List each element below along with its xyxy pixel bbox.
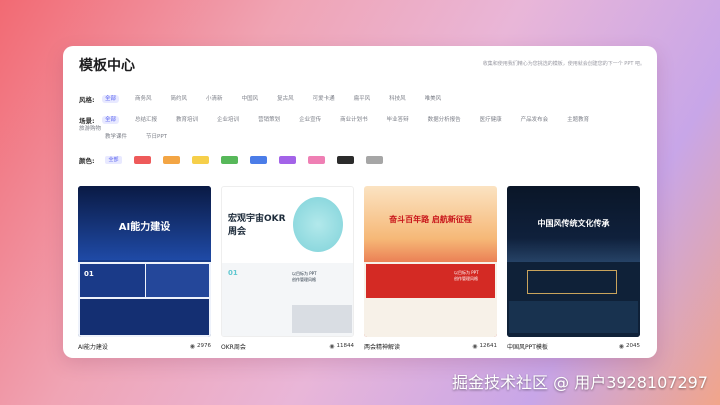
color-chip-all[interactable]: 全部 [105,156,122,164]
thumbnail-title: 宏观宇宙OKR 周会 [228,214,286,237]
eye-icon: ◉ [329,342,335,350]
scene-chip-theme-edu[interactable]: 主题教育 [567,116,589,124]
template-card-okr[interactable]: 宏观宇宙OKR 周会 01 以目标为 PPT 创作管理风格 OKR周会 ◉ 11… [221,186,354,351]
style-chip-retro[interactable]: 复古风 [277,95,294,103]
template-views-count: 12641 [479,343,498,349]
template-views-count: 2976 [197,343,211,349]
page-title: 模板中心 [79,58,135,74]
template-views-count: 11844 [336,343,355,349]
scene-chip-corp-promo[interactable]: 企业宣传 [299,116,321,124]
template-card-lianghui[interactable]: 奋斗百年路 启航新征程 以目标为 PPT 创作管理风格 两会精神解读 ◉ 126… [364,186,497,351]
scene-filter-row: 场景: 全部 总结汇报 教育培训 企业培训 营销策划 企业宣传 商业计划书 毕业… [79,115,639,133]
color-swatch-green[interactable] [221,156,238,164]
template-views: ◉ 11844 [329,343,354,350]
scene-chip-all[interactable]: 全部 [102,116,120,124]
style-chip-cartoon[interactable]: 可爱卡通 [313,95,335,103]
style-chip-chinese[interactable]: 中国风 [242,95,259,103]
scene-chip-corp-training[interactable]: 企业培训 [217,116,239,124]
template-thumbnail: AI能力建设 01 [78,186,211,337]
color-filter-label: 颜色: [79,157,95,165]
thumbnail-title: 中国风传统文化传承 [537,219,610,228]
watermark: 掘金技术社区 @ 用户3928107297 [452,373,708,392]
page-description: 收集和使用我们精心为您挑选的模板，使用就会创建您的下一个 PPT 吧。 [482,61,645,67]
color-swatch-blue[interactable] [250,156,267,164]
scene-chip-launch[interactable]: 产品发布会 [521,116,549,124]
eye-icon: ◉ [618,342,624,350]
scene-chip-education[interactable]: 教育培训 [176,116,198,124]
template-name: 中国风PPT模板 [507,343,548,351]
style-chip-flat[interactable]: 扁平风 [354,95,371,103]
color-swatch-pink[interactable] [308,156,325,164]
template-center-panel: 模板中心 收集和使用我们精心为您挑选的模板，使用就会创建您的下一个 PPT 吧。… [63,46,657,358]
color-swatch-gray[interactable] [366,156,383,164]
template-views-count: 2045 [626,343,640,349]
color-filter-row: 颜色: 全部 [79,155,395,165]
thumbnail-number: 01 [228,269,238,277]
eye-icon: ◉ [472,342,478,350]
style-chip-minimal[interactable]: 简约风 [171,95,188,103]
template-views: ◉ 12641 [472,343,497,350]
color-swatch-orange[interactable] [163,156,180,164]
scene-filter-row-2: 教学课件 节日PPT [105,133,186,141]
template-thumbnail: 中国风传统文化传承 [507,186,640,337]
scene-chip-summary[interactable]: 总结汇报 [135,116,157,124]
template-grid: AI能力建设 01 AI能力建设 ◉ 2976 宏观宇宙OKR 周会 01 以目… [78,186,640,351]
color-swatch-purple[interactable] [279,156,296,164]
thumbnail-number: 01 [84,270,94,278]
scene-chip-defense[interactable]: 毕业答辩 [387,116,409,124]
color-swatch-black[interactable] [337,156,354,164]
scene-chip-data-report[interactable]: 数据分析报告 [428,116,461,124]
scene-chip-medical[interactable]: 医疗健康 [480,116,502,124]
color-swatch-yellow[interactable] [192,156,209,164]
template-card-chinese[interactable]: 中国风传统文化传承 中国风PPT模板 ◉ 2045 [507,186,640,351]
style-chip-aesthetic[interactable]: 唯美风 [425,95,442,103]
scene-chip-marketing[interactable]: 营销策划 [258,116,280,124]
template-views: ◉ 2976 [190,343,211,350]
thumbnail-title: 奋斗百年路 启航新征程 [389,215,472,224]
template-name: OKR周会 [221,343,246,351]
scene-chip-holiday[interactable]: 节日PPT [146,133,167,141]
thumbnail-title: AI能力建设 [118,222,171,233]
scene-chip-business-plan[interactable]: 商业计划书 [340,116,368,124]
style-chip-business[interactable]: 商务风 [135,95,152,103]
template-name: 两会精神解读 [364,343,401,351]
style-chip-tech[interactable]: 科技风 [389,95,406,103]
template-views: ◉ 2045 [619,343,640,350]
scene-chip-travel[interactable]: 旅游购物 [79,125,101,133]
style-chip-fresh[interactable]: 小清新 [206,95,223,103]
template-thumbnail: 宏观宇宙OKR 周会 01 以目标为 PPT 创作管理风格 [221,186,354,337]
template-name: AI能力建设 [78,343,108,351]
eye-icon: ◉ [189,342,195,350]
scene-chip-courseware[interactable]: 教学课件 [105,133,127,141]
thumbnail-tag: 以目标为 PPT 创作管理风格 [454,270,479,281]
style-filter-row: 风格: 全部 商务风 简约风 小清新 中国风 复古风 可爱卡通 扁平风 科技风 … [79,94,460,104]
template-thumbnail: 奋斗百年路 启航新征程 以目标为 PPT 创作管理风格 [364,186,497,337]
template-card-ai[interactable]: AI能力建设 01 AI能力建设 ◉ 2976 [78,186,211,351]
style-chip-all[interactable]: 全部 [102,95,120,103]
color-swatch-red[interactable] [134,156,151,164]
thumbnail-tag: 以目标为 PPT 创作管理风格 [292,271,317,282]
